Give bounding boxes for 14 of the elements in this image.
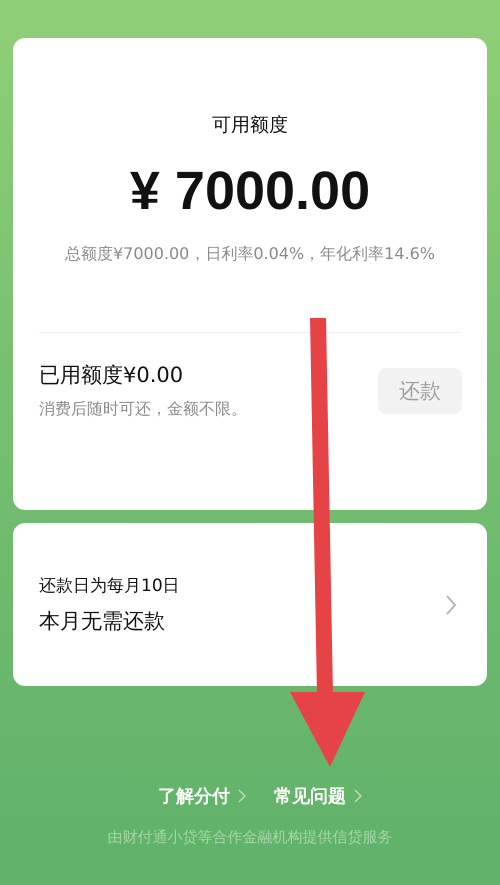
- repayment-card[interactable]: 还款日为每月10日 本月无需还款: [13, 523, 487, 686]
- chevron-right-icon: [354, 789, 362, 803]
- info-link[interactable]: 常见问题: [274, 784, 362, 808]
- chevron-right-icon: [238, 789, 246, 803]
- credit-terms: 总额度¥7000.00，日利率0.04%，年化利率14.6%: [65, 243, 435, 265]
- repayment-status: 本月无需还款: [39, 608, 166, 635]
- footer-note: 由财付通小贷等合作金融机构提供信贷服务: [106, 828, 394, 847]
- used-credit: 已用额度¥0.00: [39, 362, 184, 389]
- info-link[interactable]: 了解分付: [158, 784, 246, 808]
- available-credit-label: 可用额度: [212, 113, 288, 138]
- repay-note: 消费后随时可还，金额不限。: [39, 399, 247, 420]
- due-date: 还款日为每月10日: [39, 575, 180, 597]
- chevron-right-icon: [445, 594, 457, 616]
- available-credit-amount: ¥ 7000.00: [130, 160, 370, 222]
